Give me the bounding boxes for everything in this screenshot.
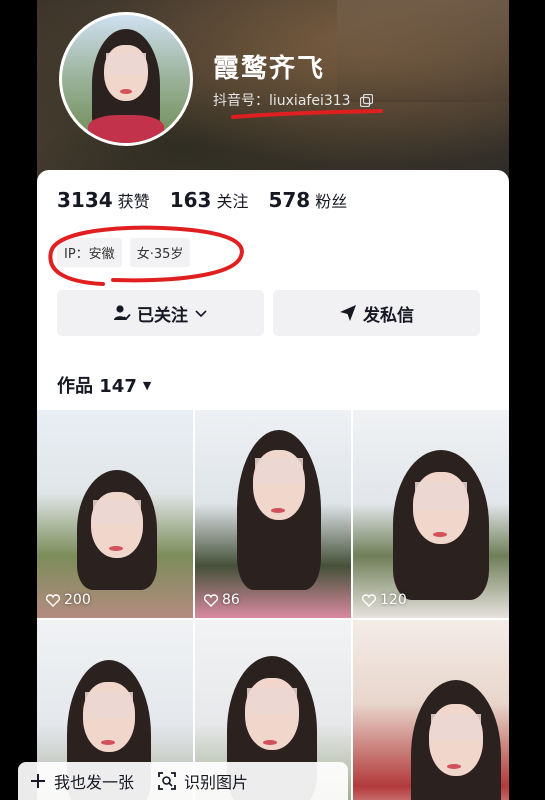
stat-value: 578 xyxy=(268,188,311,212)
message-button-label: 发私信 xyxy=(363,305,414,326)
chevron-down-icon xyxy=(195,310,207,318)
message-button[interactable]: 发私信 xyxy=(273,290,480,336)
scan-icon xyxy=(158,772,176,790)
like-count: 120 xyxy=(362,592,407,608)
heart-icon xyxy=(204,593,218,607)
caret-down-icon: ▼ xyxy=(142,378,152,392)
post-same-label: 我也发一张 xyxy=(54,773,135,792)
follow-button[interactable]: 已关注 xyxy=(57,290,264,336)
stat-value: 163 xyxy=(169,188,212,212)
red-circle-annotation xyxy=(48,225,244,286)
works-tab[interactable]: 作品 147 ▼ xyxy=(57,372,151,398)
red-underline-annotation xyxy=(231,109,383,119)
video-tile[interactable] xyxy=(353,620,509,800)
like-count: 86 xyxy=(204,592,240,608)
profile-card: 3134 获赞 163 关注 578 粉丝 IP：安徽 女·35岁 已关注 发私… xyxy=(37,170,509,410)
send-icon xyxy=(340,305,356,321)
header-background-building xyxy=(337,0,509,102)
douyin-id-text: 抖音号：liuxiafei313 xyxy=(213,93,351,109)
video-grid: 200 86 120 xyxy=(37,410,509,800)
plus-icon xyxy=(31,774,45,788)
identify-image-label: 识别图片 xyxy=(184,773,249,792)
stats-row: 3134 获赞 163 关注 578 粉丝 xyxy=(57,188,367,212)
stat-label: 获赞 xyxy=(117,192,150,211)
stat-followers[interactable]: 578 粉丝 xyxy=(268,188,347,212)
stat-likes[interactable]: 3134 获赞 xyxy=(57,188,150,212)
like-count: 200 xyxy=(46,592,91,608)
video-tile[interactable]: 86 xyxy=(195,410,351,618)
profile-screen: 霞鹜齐飞 抖音号：liuxiafei313 3134 获赞 163 关注 578… xyxy=(37,0,509,800)
stat-label: 粉丝 xyxy=(315,192,348,211)
bottom-action-bar: 我也发一张 识别图片 xyxy=(18,762,348,800)
works-tab-label: 作品 147 xyxy=(57,376,137,397)
user-check-icon xyxy=(114,305,131,321)
follow-button-label: 已关注 xyxy=(137,305,188,326)
nickname: 霞鹜齐飞 xyxy=(213,54,326,84)
video-tile[interactable]: 200 xyxy=(37,410,193,618)
avatar[interactable] xyxy=(59,12,193,146)
avatar-photo xyxy=(62,15,190,143)
stat-following[interactable]: 163 关注 xyxy=(170,188,249,212)
identify-image-button[interactable]: 识别图片 xyxy=(146,769,260,793)
heart-icon xyxy=(362,593,376,607)
video-tile[interactable]: 120 xyxy=(353,410,509,618)
post-same-button[interactable]: 我也发一张 xyxy=(18,769,146,793)
heart-icon xyxy=(46,593,60,607)
stat-value: 3134 xyxy=(57,188,113,212)
stat-label: 关注 xyxy=(216,192,249,211)
profile-header: 霞鹜齐飞 抖音号：liuxiafei313 xyxy=(37,0,509,185)
